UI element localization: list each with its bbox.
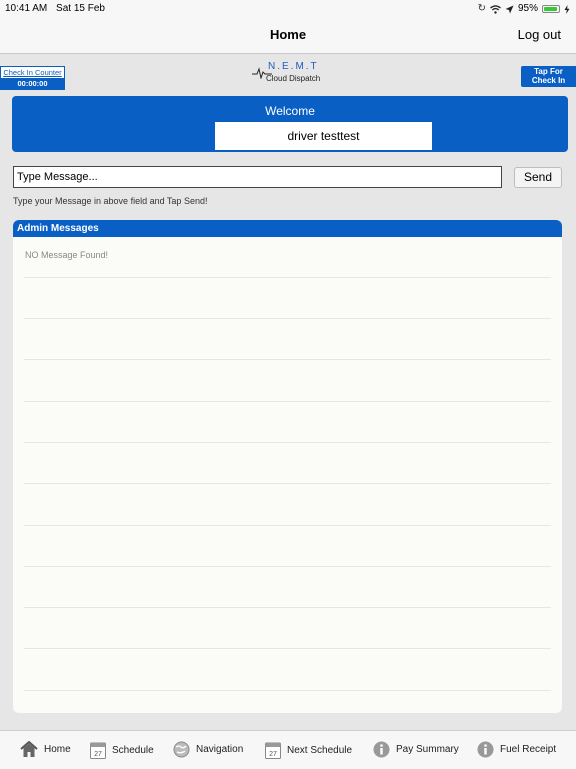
tab-home[interactable]: Home bbox=[20, 741, 71, 758]
send-button[interactable]: Send bbox=[514, 167, 562, 188]
list-divider bbox=[24, 483, 551, 484]
tap-check-in-line2: Check In bbox=[531, 76, 566, 85]
check-in-counter-label: Check In Counter bbox=[3, 68, 62, 77]
logo-top-text: N.E.M.T bbox=[268, 61, 319, 72]
location-arrow-icon bbox=[505, 5, 514, 13]
sync-icon: ↻ bbox=[477, 3, 486, 14]
message-hint: Type your Message in above field and Tap… bbox=[13, 196, 208, 206]
home-icon bbox=[20, 741, 38, 757]
tab-schedule[interactable]: 27 Schedule bbox=[90, 741, 154, 759]
tab-next-schedule[interactable]: 27 Next Schedule bbox=[265, 741, 352, 759]
no-message-text: NO Message Found! bbox=[25, 250, 109, 260]
welcome-title: Welcome bbox=[265, 104, 315, 118]
list-divider bbox=[24, 318, 551, 319]
logo-bottom-text: Cloud Dispatch bbox=[266, 74, 321, 83]
tap-for-check-in-button[interactable]: Tap For Check In bbox=[521, 66, 576, 87]
logout-button[interactable]: Log out bbox=[518, 27, 561, 42]
status-icons: ↻ 95% bbox=[478, 1, 570, 17]
list-divider bbox=[24, 648, 551, 649]
battery-icon bbox=[542, 5, 560, 13]
calendar-icon: 27 bbox=[90, 742, 106, 759]
driver-name: driver testtest bbox=[215, 122, 432, 150]
status-bar: 10:41 AM Sat 15 Feb ↻ 95% bbox=[0, 0, 576, 18]
check-in-counter-value: 00:00:00 bbox=[1, 78, 64, 89]
svg-text:27: 27 bbox=[94, 751, 102, 758]
tab-navigation[interactable]: Navigation bbox=[173, 741, 243, 758]
nemt-logo: N.E.M.T Cloud Dispatch bbox=[252, 61, 330, 87]
globe-icon bbox=[173, 741, 190, 758]
welcome-panel: Welcome driver testtest bbox=[12, 96, 568, 152]
tab-fuel-receipt[interactable]: Fuel Receipt bbox=[477, 741, 556, 758]
tab-bar: Home 27 Schedule Navigation 27 Next Sche… bbox=[0, 730, 576, 769]
tab-fuel-receipt-label: Fuel Receipt bbox=[500, 744, 557, 755]
list-divider bbox=[24, 566, 551, 567]
tab-pay-summary-label: Pay Summary bbox=[396, 744, 459, 755]
info-icon bbox=[477, 741, 494, 758]
tab-pay-summary[interactable]: Pay Summary bbox=[373, 741, 459, 758]
status-time-date: 10:41 AM Sat 15 Feb bbox=[5, 1, 105, 17]
list-divider bbox=[24, 525, 551, 526]
wifi-icon bbox=[490, 4, 501, 14]
calendar-icon: 27 bbox=[265, 742, 281, 759]
list-divider bbox=[24, 442, 551, 443]
admin-messages-header: Admin Messages bbox=[13, 220, 562, 237]
svg-text:27: 27 bbox=[269, 751, 277, 758]
admin-messages-panel[interactable]: Admin Messages NO Message Found! bbox=[13, 220, 562, 713]
status-date: Sat 15 Feb bbox=[56, 3, 105, 14]
list-divider bbox=[24, 607, 551, 608]
tab-home-label: Home bbox=[44, 744, 71, 755]
battery-percent: 95% bbox=[517, 3, 538, 14]
tap-check-in-line1: Tap For bbox=[534, 67, 563, 76]
list-divider bbox=[24, 277, 551, 278]
page-title: Home bbox=[269, 27, 307, 42]
info-icon bbox=[373, 741, 390, 758]
nav-bar: Home Log out bbox=[0, 18, 576, 54]
tab-navigation-label: Navigation bbox=[196, 744, 244, 755]
tab-schedule-label: Schedule bbox=[112, 744, 154, 756]
tab-next-schedule-label: Next Schedule bbox=[287, 744, 353, 756]
check-in-counter[interactable]: Check In Counter 00:00:00 bbox=[0, 66, 65, 90]
list-divider bbox=[24, 401, 551, 402]
list-divider bbox=[24, 359, 551, 360]
charging-bolt-icon bbox=[564, 4, 570, 14]
status-time: 10:41 AM bbox=[5, 3, 48, 14]
list-divider bbox=[24, 690, 551, 691]
message-input[interactable] bbox=[13, 166, 502, 188]
